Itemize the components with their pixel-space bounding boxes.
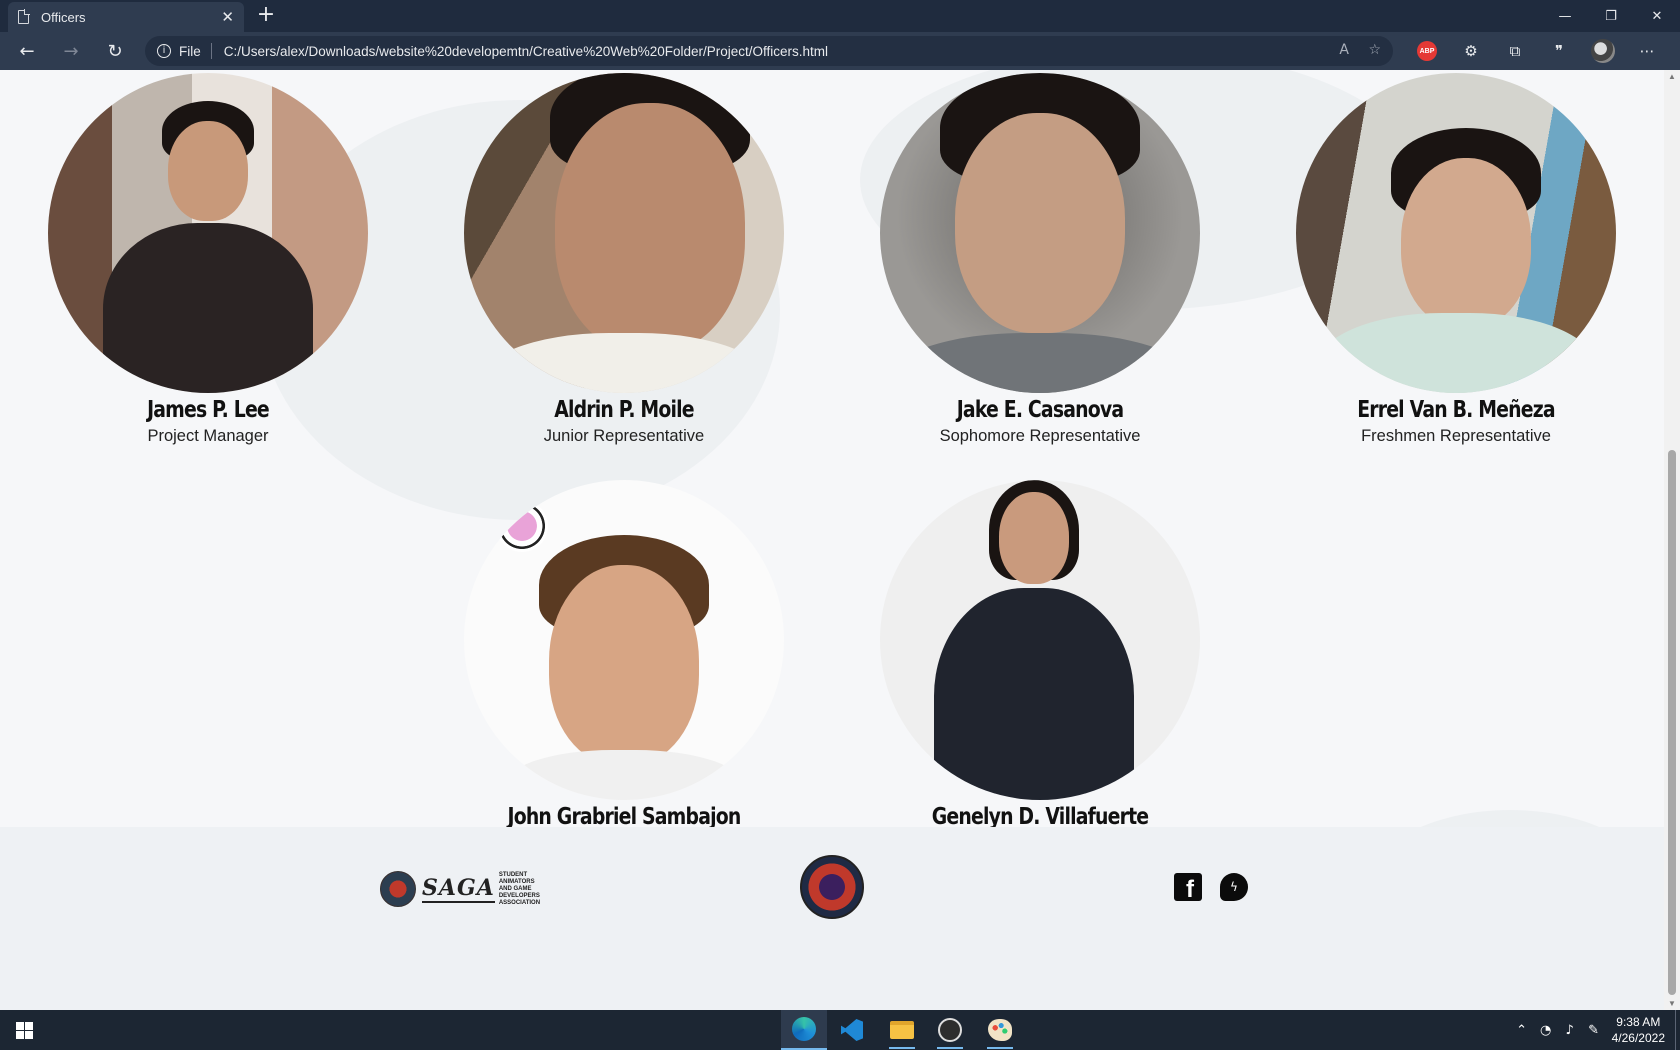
quote-icon[interactable]: ❞ [1537,42,1581,60]
page-scrollbar[interactable]: ▲ ▼ [1664,70,1680,1010]
taskbar-paint[interactable] [977,1010,1023,1050]
saga-subtitle: STUDENT ANIMATORS AND GAME DEVELOPERS AS… [498,871,541,906]
saga-seal-icon [380,871,416,907]
collections-icon[interactable]: ⧉ [1493,42,1537,60]
scroll-down-arrow-icon[interactable]: ▼ [1664,999,1680,1008]
forward-arrow-icon[interactable]: → [56,37,86,65]
clock-date: 4/26/2022 [1611,1031,1665,1045]
tab-close-icon[interactable]: ✕ [221,8,234,26]
taskbar-file-explorer[interactable] [879,1010,925,1050]
browser-tab[interactable]: Officers ✕ [8,2,244,32]
officer-photo [464,480,784,800]
officer-card: James P. Lee Project Manager [48,73,368,446]
scroll-up-arrow-icon[interactable]: ▲ [1664,72,1680,81]
volume-icon[interactable]: ♪ [1559,1023,1581,1038]
officer-card: Aldrin P. Moile Junior Representative [464,73,784,446]
officer-card: Jake E. Casanova Sophomore Representativ… [880,73,1200,446]
officer-role: Junior Representative [543,427,705,445]
address-url[interactable]: C:/Users/alex/Downloads/website%20develo… [224,44,828,59]
edge-icon [792,1017,816,1041]
browser-nav-bar: ← → ↻ i File C:/Users/alex/Downloads/web… [0,32,1680,70]
back-arrow-icon[interactable]: ← [12,37,42,65]
badge-logo [496,500,548,552]
address-scheme: File [179,43,201,59]
info-icon[interactable]: i [157,44,171,58]
saga-logo[interactable]: SAGA STUDENT ANIMATORS AND GAME DEVELOPE… [380,869,545,909]
officer-photo [880,73,1200,393]
officer-card: Genelyn D. Villafuerte EMC Program Chair [880,480,1200,853]
refresh-icon[interactable]: ↻ [100,37,130,65]
browser-tab-bar: Officers ✕ + — ❐ ✕ [0,0,1680,32]
tab-title: Officers [41,9,86,25]
address-bar[interactable]: i File C:/Users/alex/Downloads/website%2… [145,36,1393,66]
pen-icon[interactable]: ✎ [1583,1023,1605,1038]
page-footer: SAGA STUDENT ANIMATORS AND GAME DEVELOPE… [0,827,1664,1010]
toolbar-icons: ABP ⚙ ⧉ ❞ ⋯ [1405,36,1669,66]
extensions-icon[interactable]: ⚙ [1449,42,1493,60]
facebook-icon[interactable]: f [1174,873,1202,903]
messenger-icon[interactable]: ϟ [1220,873,1248,901]
tray-chevron-up-icon[interactable]: ⌃ [1511,1023,1533,1038]
officer-name: Errel Van B. Meñeza [1357,397,1555,423]
taskbar-clock[interactable]: 9:38 AM 4/26/2022 [1612,1014,1665,1046]
clock-time: 9:38 AM [1616,1015,1661,1029]
officer-photo [1296,73,1616,393]
paint-icon [988,1019,1012,1041]
officer-photo [48,73,368,393]
saga-wordmark: SAGA [422,875,495,903]
taskbar-edge[interactable] [781,1010,827,1050]
vscode-icon [841,1019,863,1041]
scrollbar-thumb[interactable] [1668,450,1676,995]
page-viewport: James P. Lee Project Manager Aldrin P. M… [0,70,1664,1010]
officer-role: Project Manager [147,427,269,445]
document-icon [18,9,30,24]
windows-taskbar: ⌃ ◔ ♪ ✎ 9:38 AM 4/26/2022 [0,1010,1680,1050]
window-controls: — ❐ ✕ [1542,0,1680,32]
minimize-button[interactable]: — [1542,0,1588,32]
restore-button[interactable]: ❐ [1588,0,1634,32]
officer-name: Aldrin P. Moile [554,397,694,423]
officer-card: Errel Van B. Meñeza Freshmen Representat… [1296,73,1616,446]
close-window-button[interactable]: ✕ [1634,0,1680,32]
officer-name: Jake E. Casanova [956,397,1124,423]
windows-start-icon[interactable] [16,1022,33,1039]
officer-role: Freshmen Representative [1361,427,1551,445]
adblock-icon[interactable]: ABP [1417,41,1437,61]
show-desktop-button[interactable] [1675,1010,1680,1050]
officer-role: Sophomore Representative [939,427,1141,445]
college-seal-logo[interactable] [800,855,864,919]
favorite-star-icon[interactable]: ☆ [1368,42,1381,58]
folder-icon [890,1021,914,1039]
read-aloud-icon[interactable]: A [1339,42,1349,58]
officer-photo [464,73,784,393]
more-menu-icon[interactable]: ⋯ [1625,42,1669,60]
taskbar-obs[interactable] [927,1010,973,1050]
network-icon[interactable]: ◔ [1535,1023,1557,1038]
new-tab-button[interactable]: + [252,2,280,30]
officer-name: James P. Lee [147,397,270,423]
officer-card: John Grabriel Sambajon SAGA Adviser [464,480,784,853]
address-divider [210,43,212,59]
profile-avatar[interactable] [1591,39,1615,63]
officer-photo [880,480,1200,800]
taskbar-vscode[interactable] [829,1010,875,1050]
system-tray: ⌃ ◔ ♪ ✎ 9:38 AM 4/26/2022 [1510,1010,1680,1050]
obs-icon [938,1018,962,1042]
